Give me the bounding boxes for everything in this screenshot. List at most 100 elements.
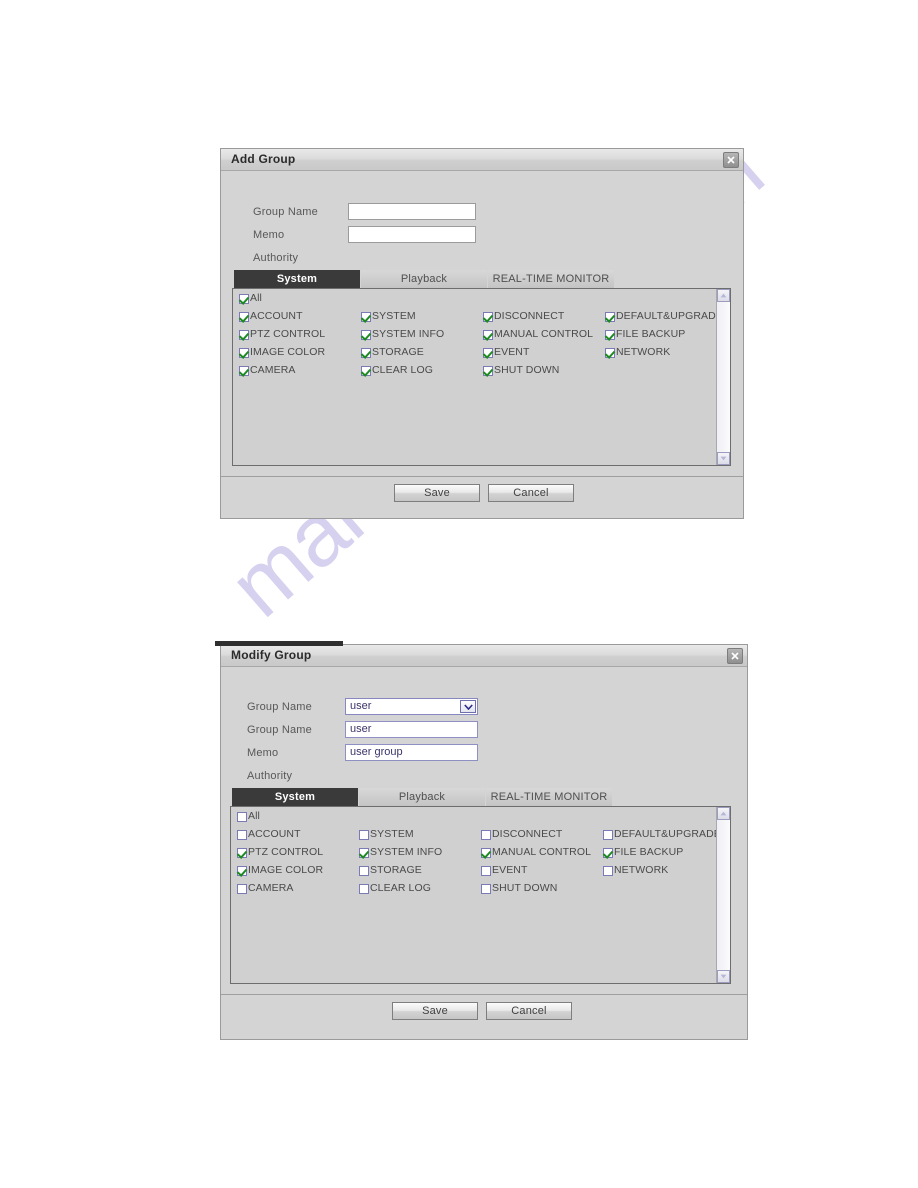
dialog-title: Add Group [231,152,296,166]
save-button[interactable]: Save [394,484,480,502]
permission-system[interactable]: SYSTEM [359,829,414,840]
checkbox-label: STORAGE [370,864,422,876]
permission-defaultandupgrade[interactable]: DEFAULT&UPGRADE [605,311,716,322]
checkbox-icon[interactable] [237,847,247,858]
permission-ptz-control[interactable]: PTZ CONTROL [239,329,325,340]
save-button[interactable]: Save [392,1002,478,1020]
checkbox-icon[interactable] [481,883,491,894]
close-icon[interactable] [727,648,743,664]
scroll-down-icon[interactable] [717,970,730,983]
permission-camera[interactable]: CAMERA [237,883,294,894]
checkbox-icon[interactable] [239,329,249,340]
checkbox-icon[interactable] [359,829,369,840]
permission-clear-log[interactable]: CLEAR LOG [359,883,431,894]
checkbox-icon[interactable] [359,865,369,876]
permission-system[interactable]: SYSTEM [361,311,416,322]
memo-input[interactable] [348,226,476,243]
group-name-select-value: user [350,700,372,712]
permission-account[interactable]: ACCOUNT [237,829,301,840]
tab-real-time-monitor[interactable]: REAL-TIME MONITOR [488,270,615,288]
scroll-up-icon[interactable] [717,807,730,820]
checkbox-icon[interactable] [237,829,247,840]
permission-scrollbar[interactable] [716,807,730,983]
checkbox-icon[interactable] [483,311,493,322]
cancel-button[interactable]: Cancel [486,1002,572,1020]
permission-network[interactable]: NETWORK [605,347,670,358]
permission-all[interactable]: All [237,811,260,822]
permission-system-info[interactable]: SYSTEM INFO [361,329,444,340]
checkbox-label: NETWORK [616,346,671,358]
permission-file-backup[interactable]: FILE BACKUP [605,329,685,340]
checkbox-icon[interactable] [361,365,371,376]
permission-defaultandupgrade[interactable]: DEFAULT&UPGRADE [603,829,716,840]
group-name-input[interactable]: user [345,721,478,738]
permission-manual-control[interactable]: MANUAL CONTROL [481,847,591,858]
checkbox-icon[interactable] [603,847,613,858]
checkbox-icon[interactable] [605,347,615,358]
permission-disconnect[interactable]: DISCONNECT [483,311,564,322]
scroll-down-icon[interactable] [717,452,730,465]
checkbox-icon[interactable] [483,329,493,340]
permission-clear-log[interactable]: CLEAR LOG [361,365,433,376]
permission-image-color[interactable]: IMAGE COLOR [239,347,325,358]
checkbox-icon[interactable] [359,883,369,894]
group-name-select-label: Group Name [247,701,312,713]
permission-storage[interactable]: STORAGE [361,347,424,358]
permission-account[interactable]: ACCOUNT [239,311,303,322]
checkbox-label: DISCONNECT [494,310,565,322]
checkbox-label: IMAGE COLOR [248,864,324,876]
permission-event[interactable]: EVENT [481,865,528,876]
checkbox-icon[interactable] [237,811,247,822]
checkbox-icon[interactable] [237,865,247,876]
checkbox-icon[interactable] [239,365,249,376]
scroll-up-icon[interactable] [717,289,730,302]
checkbox-icon[interactable] [605,311,615,322]
tab-playback[interactable]: Playback [359,788,486,806]
tab-playback[interactable]: Playback [361,270,488,288]
checkbox-icon[interactable] [603,829,613,840]
permission-disconnect[interactable]: DISCONNECT [481,829,562,840]
tab-real-time-monitor[interactable]: REAL-TIME MONITOR [486,788,613,806]
footer-divider [221,994,747,995]
group-name-select[interactable]: user [345,698,478,715]
permission-event[interactable]: EVENT [483,347,530,358]
chevron-down-icon[interactable] [460,700,476,713]
group-name-input[interactable] [348,203,476,220]
checkbox-icon[interactable] [361,329,371,340]
permission-ptz-control[interactable]: PTZ CONTROL [237,847,323,858]
tab-system[interactable]: System [234,270,361,288]
checkbox-label: STORAGE [372,346,424,358]
checkbox-icon[interactable] [481,847,491,858]
permission-shut-down[interactable]: SHUT DOWN [481,883,557,894]
permission-manual-control[interactable]: MANUAL CONTROL [483,329,593,340]
checkbox-icon[interactable] [237,883,247,894]
permission-system-info[interactable]: SYSTEM INFO [359,847,442,858]
cancel-button[interactable]: Cancel [488,484,574,502]
permission-file-backup[interactable]: FILE BACKUP [603,847,683,858]
checkbox-icon[interactable] [239,311,249,322]
checkbox-icon[interactable] [359,847,369,858]
checkbox-icon[interactable] [483,347,493,358]
permission-panel: All ACCOUNT PTZ CONTROL IMAGE COLOR CAMERA SY… [230,806,731,984]
checkbox-icon[interactable] [483,365,493,376]
permission-network[interactable]: NETWORK [603,865,668,876]
checkbox-label: PTZ CONTROL [250,328,326,340]
close-icon[interactable] [723,152,739,168]
permission-shut-down[interactable]: SHUT DOWN [483,365,559,376]
checkbox-icon[interactable] [361,311,371,322]
tab-system[interactable]: System [232,788,359,806]
permission-image-color[interactable]: IMAGE COLOR [237,865,323,876]
permission-camera[interactable]: CAMERA [239,365,296,376]
permission-scrollbar[interactable] [716,289,730,465]
checkbox-icon[interactable] [361,347,371,358]
checkbox-label: SYSTEM INFO [372,328,445,340]
checkbox-icon[interactable] [481,829,491,840]
permission-all[interactable]: All [239,293,262,304]
checkbox-icon[interactable] [239,347,249,358]
permission-storage[interactable]: STORAGE [359,865,422,876]
checkbox-icon[interactable] [603,865,613,876]
checkbox-icon[interactable] [239,293,249,304]
memo-input[interactable]: user group [345,744,478,761]
checkbox-icon[interactable] [605,329,615,340]
checkbox-icon[interactable] [481,865,491,876]
